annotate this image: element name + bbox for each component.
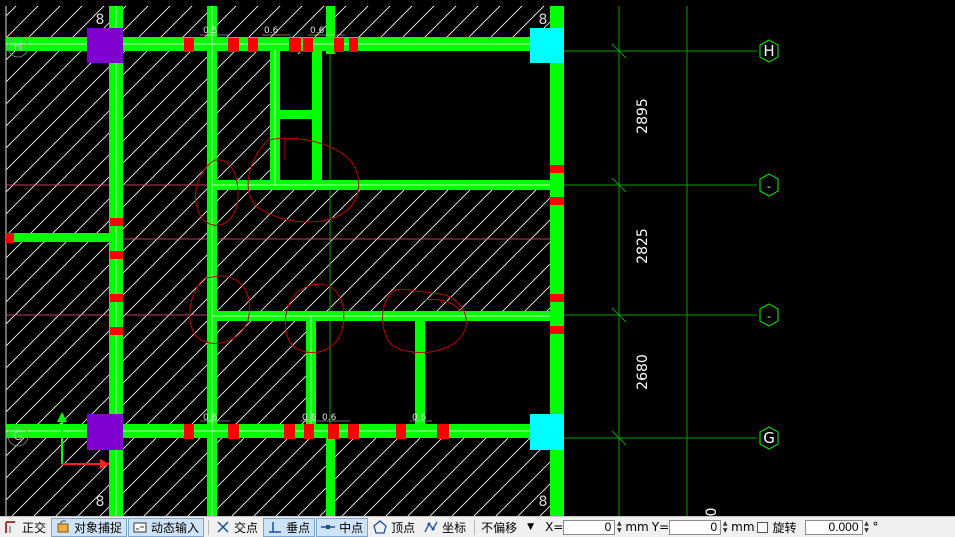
snap-midpoint[interactable]: 中点	[316, 517, 369, 537]
midpoint-label: 中点	[339, 520, 364, 535]
axis-label-left-h: H	[13, 40, 22, 54]
beam-tag: 0.6	[264, 26, 279, 36]
y-coordinate-input[interactable]	[669, 519, 722, 535]
vertex-label: 顶点	[391, 520, 416, 535]
rotate-label: 旋转	[772, 520, 797, 535]
separator	[474, 519, 476, 535]
beam-tag: 0.6	[310, 26, 325, 36]
y-label: Y=	[651, 520, 670, 534]
ortho-label: 正交	[22, 520, 47, 535]
rotate-spinner[interactable]: ▲ ▼	[863, 520, 871, 535]
drawing-canvas[interactable]: H - - G H G 8 8 8 8 0.5 0.6 0.6 0.6 0.6 …	[0, 0, 955, 516]
dimension-text: 2895	[635, 98, 651, 134]
column-label: 8	[539, 12, 548, 28]
snap-perpendicular[interactable]: 垂点	[263, 517, 316, 537]
status-bar: 正交 对象捕捉 动态输入 交点 垂点 中点 顶点 坐标 不偏移 ▼ X= ▲▼ …	[0, 516, 955, 537]
vertex-icon	[373, 520, 387, 534]
column-purple	[87, 414, 123, 450]
column-label: 8	[539, 494, 548, 510]
axis-label-g: G	[763, 429, 775, 447]
intersection-label: 交点	[234, 520, 259, 535]
axis-bubble	[759, 39, 779, 450]
perpendicular-icon	[269, 522, 282, 533]
room-void	[314, 48, 550, 185]
dyn-input-label: 动态输入	[151, 520, 200, 535]
rotate-checkbox[interactable]	[756, 521, 768, 533]
y-spinner[interactable]: ▲ ▼	[721, 520, 729, 535]
midpoint-icon	[321, 525, 336, 529]
coordinate-label: 坐标	[442, 520, 467, 535]
column-label: 8	[96, 12, 105, 28]
perpendicular-label: 垂点	[286, 520, 311, 535]
snap-intersection[interactable]: 交点	[212, 518, 262, 537]
osnap-toggle[interactable]: 对象捕捉	[51, 517, 128, 537]
dyn-input-icon	[133, 522, 147, 533]
axis-label-h: H	[763, 42, 774, 60]
column-cyan	[530, 28, 564, 63]
ortho-icon	[5, 521, 15, 533]
dimension-text: 0	[704, 508, 720, 516]
chevron-down-icon: ▼	[527, 522, 535, 532]
x-label: X=	[545, 520, 564, 534]
snap-vertex[interactable]: 顶点	[369, 518, 419, 537]
column-label: 8	[96, 494, 105, 510]
y-unit: mm	[731, 520, 755, 534]
intersection-icon	[217, 521, 229, 533]
x-coordinate-input[interactable]	[563, 519, 616, 535]
axis-label: -	[767, 180, 771, 193]
axis-label-left-g: G	[13, 429, 22, 443]
beam-tag: 0.6	[203, 413, 218, 423]
axis-label: -	[767, 310, 771, 323]
column-purple	[87, 28, 123, 63]
snap-coordinate[interactable]: 坐标	[420, 518, 470, 537]
beam-tag: 0.5	[203, 26, 217, 36]
separator	[208, 519, 210, 535]
column-cyan	[530, 414, 564, 450]
beam-tag: 0.6	[412, 413, 427, 423]
dimension-text: 2825	[635, 228, 651, 264]
room-void	[314, 318, 550, 432]
ortho-toggle[interactable]: 正交	[0, 518, 50, 537]
rotate-angle-input[interactable]	[804, 519, 863, 535]
degree-symbol: °	[872, 520, 879, 534]
dimension-text: 2680	[635, 354, 651, 390]
osnap-icon	[57, 520, 69, 533]
offset-mode-select[interactable]: 不偏移 ▼	[478, 518, 544, 537]
beam-tag: 0.6	[302, 413, 317, 423]
osnap-label: 对象捕捉	[74, 520, 123, 535]
dyn-input-toggle[interactable]: 动态输入	[128, 517, 205, 537]
coordinate-icon	[424, 521, 438, 533]
x-unit: mm	[625, 520, 649, 534]
x-spinner[interactable]: ▲ ▼	[615, 520, 623, 535]
offset-mode-value: 不偏移	[481, 520, 518, 535]
beam-tag: 0.6	[322, 413, 337, 423]
